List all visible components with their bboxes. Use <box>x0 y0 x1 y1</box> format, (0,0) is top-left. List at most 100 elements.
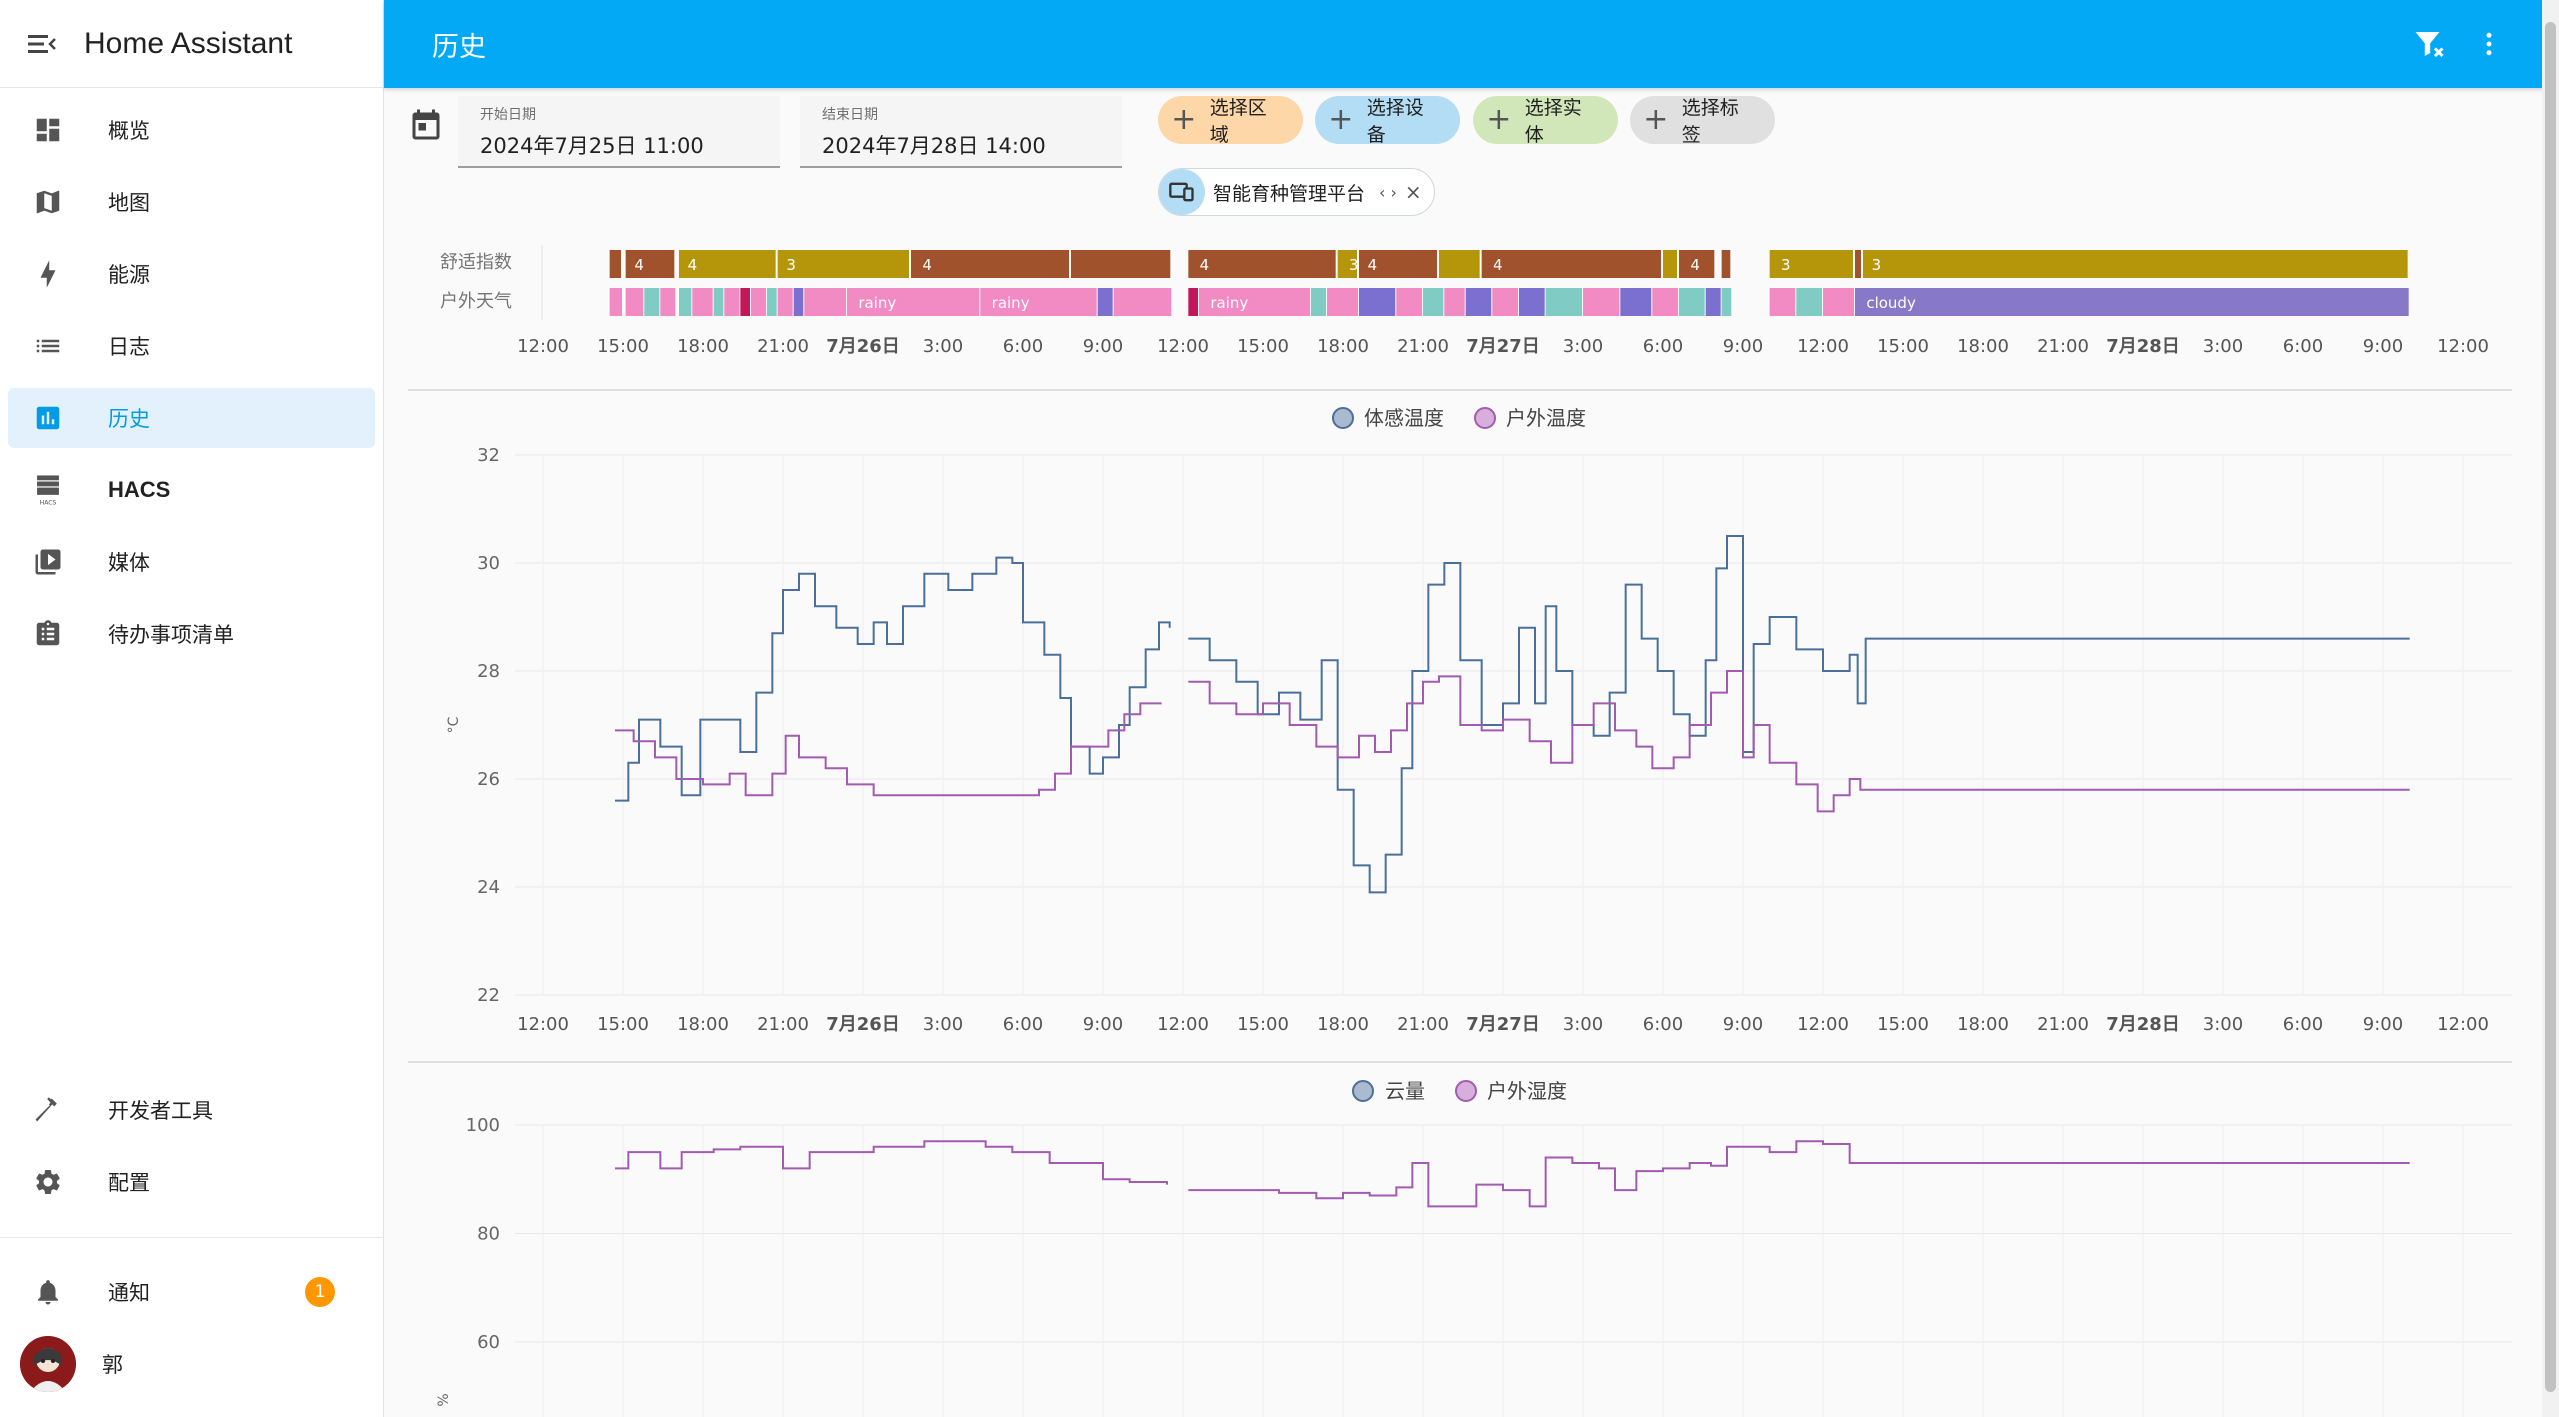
timeline-row-label: 户外天气 <box>440 291 512 312</box>
start-date-field[interactable]: 开始日期 2024年7月25日 11:00 <box>458 96 780 168</box>
time-tick-label: 18:00 <box>1957 1014 2009 1035</box>
history-charts: 舒适指数 户外天气 4 4 3 4 4 3 4 4 4 3 3rainy rainy rainy clou… <box>408 245 2512 1417</box>
time-tick-label: 18:00 <box>677 1014 729 1035</box>
plus-icon: + <box>1643 102 1669 137</box>
y-tick-label: 100 <box>466 1115 500 1136</box>
timeline-segment <box>713 288 724 316</box>
humidity-legend[interactable]: 云量 户外湿度 <box>1352 1079 1567 1103</box>
clear-filter-button[interactable] <box>2407 22 2451 66</box>
time-tick-label: 9:00 <box>1723 1014 1763 1035</box>
timeline-segment-label: cloudy <box>1866 294 1916 312</box>
notification-count-badge: 1 <box>305 1277 335 1307</box>
sidebar-divider <box>0 1237 384 1238</box>
sidebar-item-developer-tools[interactable]: 开发者工具 <box>8 1080 375 1140</box>
time-tick-label: 21:00 <box>2037 336 2089 357</box>
timeline-time-axis: 12:00 15:00 18:00 21:00 7月26日 3:00 6:00 9:00 12:… <box>517 336 2489 357</box>
select-entity-chip[interactable]: + 选择实体 <box>1473 96 1618 146</box>
timeline-segment <box>1327 288 1358 316</box>
time-tick-label: 9:00 <box>2363 1014 2403 1035</box>
end-date-label: 结束日期 <box>822 107 878 123</box>
gear-icon <box>14 1167 82 1197</box>
sidebar-item-notifications[interactable]: 通知 1 <box>8 1262 375 1322</box>
timeline-segment <box>1679 288 1705 316</box>
end-date-value: 2024年7月28日 14:00 <box>822 134 1046 158</box>
timeline-segment-label: rainy <box>858 294 896 312</box>
time-tick-label: 6:00 <box>1003 1014 1043 1035</box>
time-tick-label: 21:00 <box>1397 1014 1449 1035</box>
chart-box-icon <box>14 403 82 433</box>
timeline-segment-label: 3 <box>1781 256 1791 274</box>
timeline-segment <box>740 288 750 316</box>
time-tick-label: 21:00 <box>757 1014 809 1035</box>
sidebar-item-user[interactable]: 郭 <box>8 1334 375 1394</box>
hacs-icon: HACS <box>14 473 82 507</box>
y-tick-label: 22 <box>477 985 500 1006</box>
timeline-segment <box>1097 288 1113 316</box>
time-tick-label: 21:00 <box>1397 336 1449 357</box>
select-label-chip[interactable]: + 选择标签 <box>1630 96 1775 146</box>
timeline-segment <box>1481 250 1661 278</box>
timeline-segment-label: 3 <box>786 256 796 274</box>
start-date-value: 2024年7月25日 11:00 <box>480 134 704 158</box>
y-tick-label: 60 <box>477 1332 500 1353</box>
timeline-segment <box>1620 288 1652 316</box>
timeline-segment <box>767 288 777 316</box>
y-axis-unit: °C <box>446 716 462 733</box>
sidebar-item-hacs[interactable]: HACS HACS <box>8 460 375 520</box>
series-line <box>1188 535 2410 894</box>
sidebar-item-label: HACS <box>108 477 171 502</box>
timeline-segment <box>1855 250 1861 278</box>
time-tick-label: 6:00 <box>2283 1014 2323 1035</box>
expand-device-button[interactable]: ‹ › <box>1379 183 1397 202</box>
select-area-chip[interactable]: + 选择区域 <box>1158 96 1303 146</box>
timeline-segment <box>644 288 660 316</box>
time-tick-label: 6:00 <box>1643 336 1683 357</box>
sidebar-item-label: 待办事项清单 <box>108 623 234 647</box>
series-line <box>1188 670 2410 813</box>
timeline-segment-label: rainy <box>1210 294 1248 312</box>
calendar-icon[interactable] <box>408 108 444 148</box>
time-tick-label: 7月28日 <box>2106 1014 2180 1035</box>
sidebar-item-logbook[interactable]: 日志 <box>8 316 375 376</box>
series-line <box>615 1140 1168 1185</box>
scrollbar-thumb[interactable] <box>2545 22 2556 1392</box>
timeline-segment <box>1359 288 1396 316</box>
sidebar-item-history[interactable]: 历史 <box>8 388 375 448</box>
sidebar-item-label: 地图 <box>108 191 150 215</box>
time-tick-label: 12:00 <box>1797 1014 1849 1035</box>
timeline-segment <box>609 288 622 316</box>
sidebar-item-label: 历史 <box>108 407 150 431</box>
series-line <box>615 556 1171 802</box>
sidebar-item-media[interactable]: 媒体 <box>8 532 375 592</box>
timeline-segment <box>1663 250 1677 278</box>
temperature-legend[interactable]: 体感温度 户外温度 <box>1332 406 1586 430</box>
avatar <box>20 1336 76 1392</box>
timeline-row-label: 舒适指数 <box>440 252 512 273</box>
sidebar-item-energy[interactable]: 能源 <box>8 244 375 304</box>
time-tick-label: 7月27日 <box>1466 336 1540 357</box>
end-date-field[interactable]: 结束日期 2024年7月28日 14:00 <box>800 96 1122 168</box>
timeline-segment-label: 3 <box>1349 256 1359 274</box>
time-tick-label: 3:00 <box>923 1014 963 1035</box>
sidebar-item-todo[interactable]: 待办事项清单 <box>8 604 375 664</box>
timeline-segment <box>1423 288 1444 316</box>
sidebar-item-map[interactable]: 地图 <box>8 172 375 232</box>
timeline-segment <box>609 250 621 278</box>
menu-collapse-button[interactable] <box>0 0 84 88</box>
more-options-button[interactable] <box>2467 22 2511 66</box>
select-device-chip[interactable]: + 选择设备 <box>1315 96 1460 146</box>
remove-device-button[interactable]: × <box>1405 180 1422 204</box>
sidebar-header: Home Assistant <box>0 0 383 88</box>
sidebar-item-label: 概览 <box>108 119 150 143</box>
timeline-segment-label: 4 <box>1690 256 1700 274</box>
page-scrollbar[interactable] <box>2542 0 2559 1417</box>
time-tick-label: 6:00 <box>1003 336 1043 357</box>
start-date-label: 开始日期 <box>480 107 536 123</box>
selected-device-chip[interactable]: 智能育种管理平台 ‹ › × <box>1158 168 1435 216</box>
time-tick-label: 3:00 <box>923 336 963 357</box>
timeline-segment <box>1796 288 1822 316</box>
time-tick-label: 15:00 <box>1237 1014 1289 1035</box>
sidebar-item-settings[interactable]: 配置 <box>8 1152 375 1212</box>
sidebar-item-label: 配置 <box>108 1171 150 1195</box>
sidebar-item-overview[interactable]: 概览 <box>8 100 375 160</box>
